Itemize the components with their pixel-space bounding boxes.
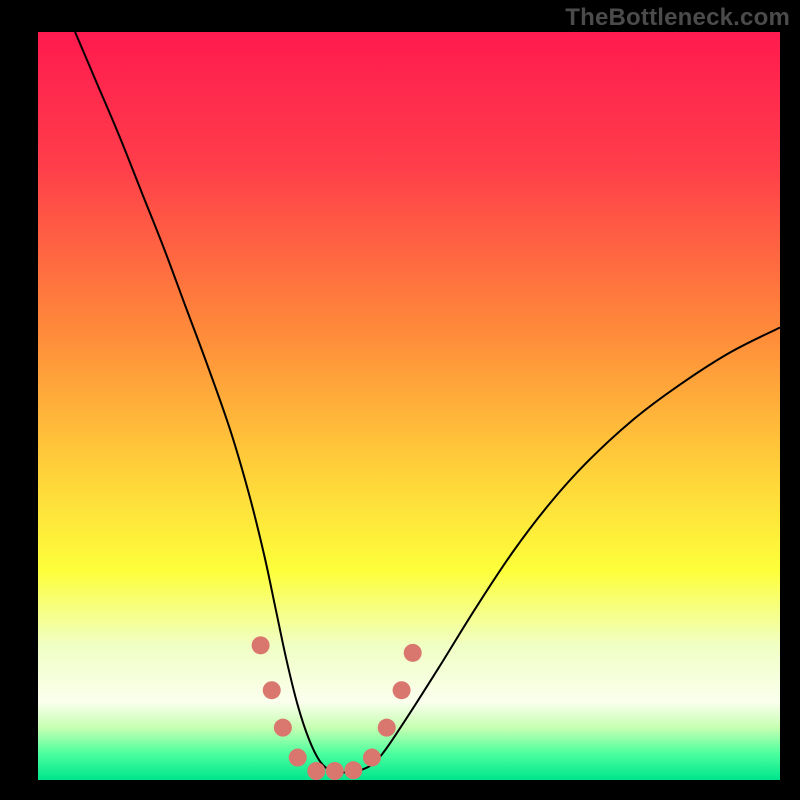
gradient-background xyxy=(38,32,780,780)
highlight-marker xyxy=(326,762,344,780)
watermark-text: TheBottleneck.com xyxy=(565,4,790,32)
highlight-marker xyxy=(289,749,307,767)
highlight-marker xyxy=(393,681,411,699)
highlight-marker xyxy=(344,761,362,779)
chart-frame: TheBottleneck.com xyxy=(0,0,800,800)
bottleneck-chart xyxy=(0,0,800,800)
highlight-marker xyxy=(404,644,422,662)
highlight-marker xyxy=(252,636,270,654)
highlight-marker xyxy=(307,762,325,780)
highlight-marker xyxy=(263,681,281,699)
highlight-marker xyxy=(378,719,396,737)
highlight-marker xyxy=(274,719,292,737)
highlight-marker xyxy=(363,749,381,767)
